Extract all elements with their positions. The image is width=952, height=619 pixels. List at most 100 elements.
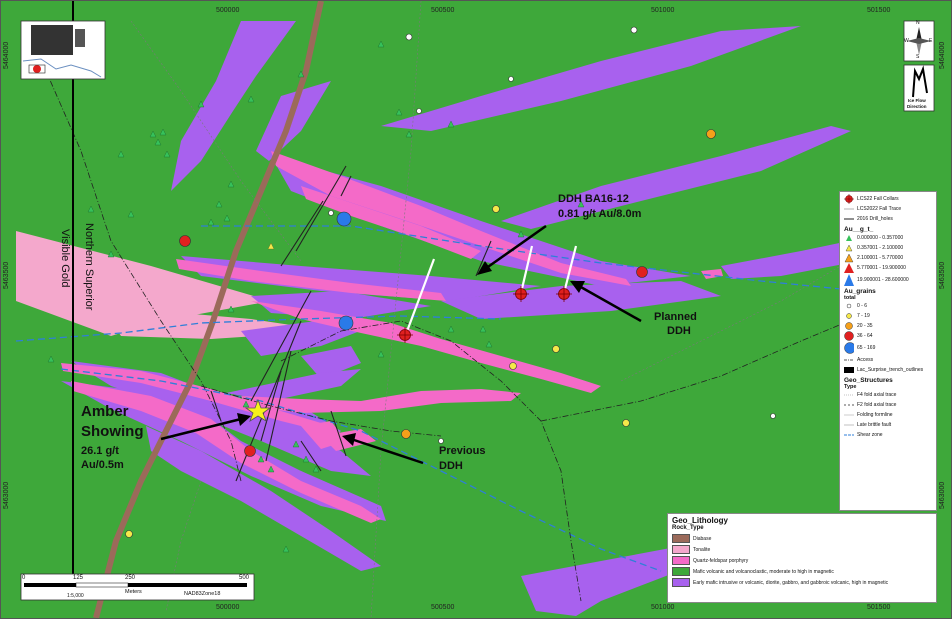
amber-label: Amber xyxy=(81,403,129,420)
circle-icon xyxy=(846,303,852,309)
scale-units: Meters xyxy=(125,589,142,595)
legend-structure: F2 fold axial trace xyxy=(844,400,932,410)
litho-swatch xyxy=(672,545,690,554)
litho-legend-row: Tonalite xyxy=(672,544,932,555)
circle-icon xyxy=(846,313,852,319)
fold-line-icon xyxy=(844,414,854,416)
fold-line-icon xyxy=(844,404,854,406)
scale-tick: 500 xyxy=(239,575,250,581)
legend-structure: F4 fold axial trace xyxy=(844,390,932,400)
map-frame: 500000 500500 501000 501500 500000 50050… xyxy=(0,0,952,619)
northing-label: 5463500 xyxy=(3,261,10,289)
legend-grain-class: 20 - 35 xyxy=(844,321,932,331)
fault-line-icon xyxy=(844,424,854,426)
legend-collar: LCS22 Fall Collars xyxy=(844,194,932,204)
legend-grain-class: 36 - 64 xyxy=(844,331,932,341)
ddh-grade: 0.81 g/t Au/8.0m xyxy=(558,208,642,220)
planned-ddh-label: Planned xyxy=(654,311,697,323)
litho-label: Diabase xyxy=(693,535,712,542)
amber-grade: Au/0.5m xyxy=(81,459,124,471)
south-letter: S xyxy=(916,54,920,60)
northing-label: 5463500 xyxy=(939,261,946,289)
legend-struct-title: Geo_Structures xyxy=(844,377,893,384)
legend-structure: Late brittle fault xyxy=(844,420,932,430)
litho-title: Geo_Lithology xyxy=(672,516,728,525)
litho-swatch xyxy=(672,534,690,543)
litho-swatch xyxy=(672,556,690,565)
amber-label: Showing xyxy=(81,423,144,440)
litho-label: Quartz-feldspar porphyry xyxy=(693,557,749,564)
previous-ddh-label: DDH xyxy=(439,460,463,472)
collar-icon xyxy=(844,194,854,204)
litho-swatch xyxy=(672,578,690,587)
northern-superior-label: Northern Superior xyxy=(83,223,95,311)
northing-label: 5463000 xyxy=(3,481,10,509)
circle-icon xyxy=(844,342,854,354)
legend-grain-class: 7 - 19 xyxy=(844,311,932,321)
scale-tick: 0 xyxy=(22,575,26,581)
easting-label: 501000 xyxy=(651,604,675,611)
triangle-icon xyxy=(844,253,854,263)
legend-au-class: 0.357001 - 2.100000 xyxy=(844,243,932,253)
easting-label: 500000 xyxy=(216,604,240,611)
fold-line-icon xyxy=(844,394,854,396)
west-letter: W xyxy=(904,38,909,44)
solid-box-icon xyxy=(844,367,854,373)
circle-icon xyxy=(844,331,854,341)
legend-access: Access xyxy=(844,355,932,365)
litho-legend-row: Early mafic intrusive or volcanic, diori… xyxy=(672,577,932,588)
planned-ddh-label: DDH xyxy=(667,325,691,337)
legend-grain-class: 0 - 6 xyxy=(844,301,932,311)
easting-label: 500500 xyxy=(431,7,455,14)
scale-tick: 125 xyxy=(73,575,84,581)
legend-trace: LCS2022 Fall Trace xyxy=(844,204,932,214)
visible-gold-label: Visible Gold xyxy=(59,229,71,288)
ddh-label: DDH BA16-12 xyxy=(558,193,629,205)
easting-label: 500000 xyxy=(216,7,240,14)
scale-ratio: 1:5,000 xyxy=(67,593,84,599)
legend-au-class: 0.000000 - 0.357000 xyxy=(844,233,932,243)
scale-datum: NAD83Zone18 xyxy=(184,591,221,597)
lithology-legend: Geo_Lithology Rock_Type Diabase Tonalite Q… xyxy=(667,513,937,603)
easting-label: 501500 xyxy=(867,604,891,611)
litho-legend-row: Mafic volcanic and volcanoclastic, moder… xyxy=(672,566,932,577)
east-letter: E xyxy=(929,38,933,44)
legend-trench: Lac_Surprise_trench_outlines xyxy=(844,365,932,375)
shear-line-icon xyxy=(844,434,854,436)
amber-grade: 26.1 g/t xyxy=(81,445,119,457)
circle-icon xyxy=(845,322,853,330)
legend-au-class: 2.100001 - 5.770000 xyxy=(844,253,932,263)
litho-label: Mafic volcanic and volcanoclastic, moder… xyxy=(693,568,834,575)
triangle-icon xyxy=(846,235,852,241)
previous-ddh-label: Previous xyxy=(439,445,486,457)
legend-structure: Shear zone xyxy=(844,430,932,440)
litho-subtitle: Rock_Type xyxy=(672,525,704,531)
northing-label: 5464000 xyxy=(3,41,10,69)
litho-legend-row: Diabase xyxy=(672,533,932,544)
northing-label: 5464000 xyxy=(939,41,946,69)
legend-structure: Folding formline xyxy=(844,410,932,420)
triangle-icon xyxy=(845,244,853,252)
litho-legend-row: Quartz-feldspar porphyry xyxy=(672,555,932,566)
triangle-icon xyxy=(844,273,854,286)
triangle-icon xyxy=(844,263,854,273)
easting-label: 500500 xyxy=(431,604,455,611)
legend-au-title: Au__g_t_ xyxy=(844,226,874,233)
north-letter: N xyxy=(916,20,920,26)
litho-label: Tonalite xyxy=(693,546,711,553)
litho-swatch xyxy=(672,567,690,576)
easting-label: 501000 xyxy=(651,7,675,14)
dash-line-icon xyxy=(844,359,854,361)
legend-grains-title: Au_grains xyxy=(844,288,876,295)
ice-flow-label: Ice Flow xyxy=(908,98,926,103)
map-legend: LCS22 Fall Collars LCS2022 Fall Trace 20… xyxy=(839,191,937,511)
legend-2016: 2016 Drill_holes xyxy=(844,214,932,224)
legend-au-class: 19.900001 - 28.600000 xyxy=(844,273,932,286)
inset-map xyxy=(20,20,106,80)
northing-label: 5463000 xyxy=(939,481,946,509)
drillhole-line-icon xyxy=(844,218,854,220)
legend-grain-class: 65 - 169 xyxy=(844,341,932,355)
trace-line-icon xyxy=(844,208,854,210)
legend-au-class: 5.770001 - 19.900000 xyxy=(844,263,932,273)
litho-label: Early mafic intrusive or volcanic, diori… xyxy=(693,579,889,586)
